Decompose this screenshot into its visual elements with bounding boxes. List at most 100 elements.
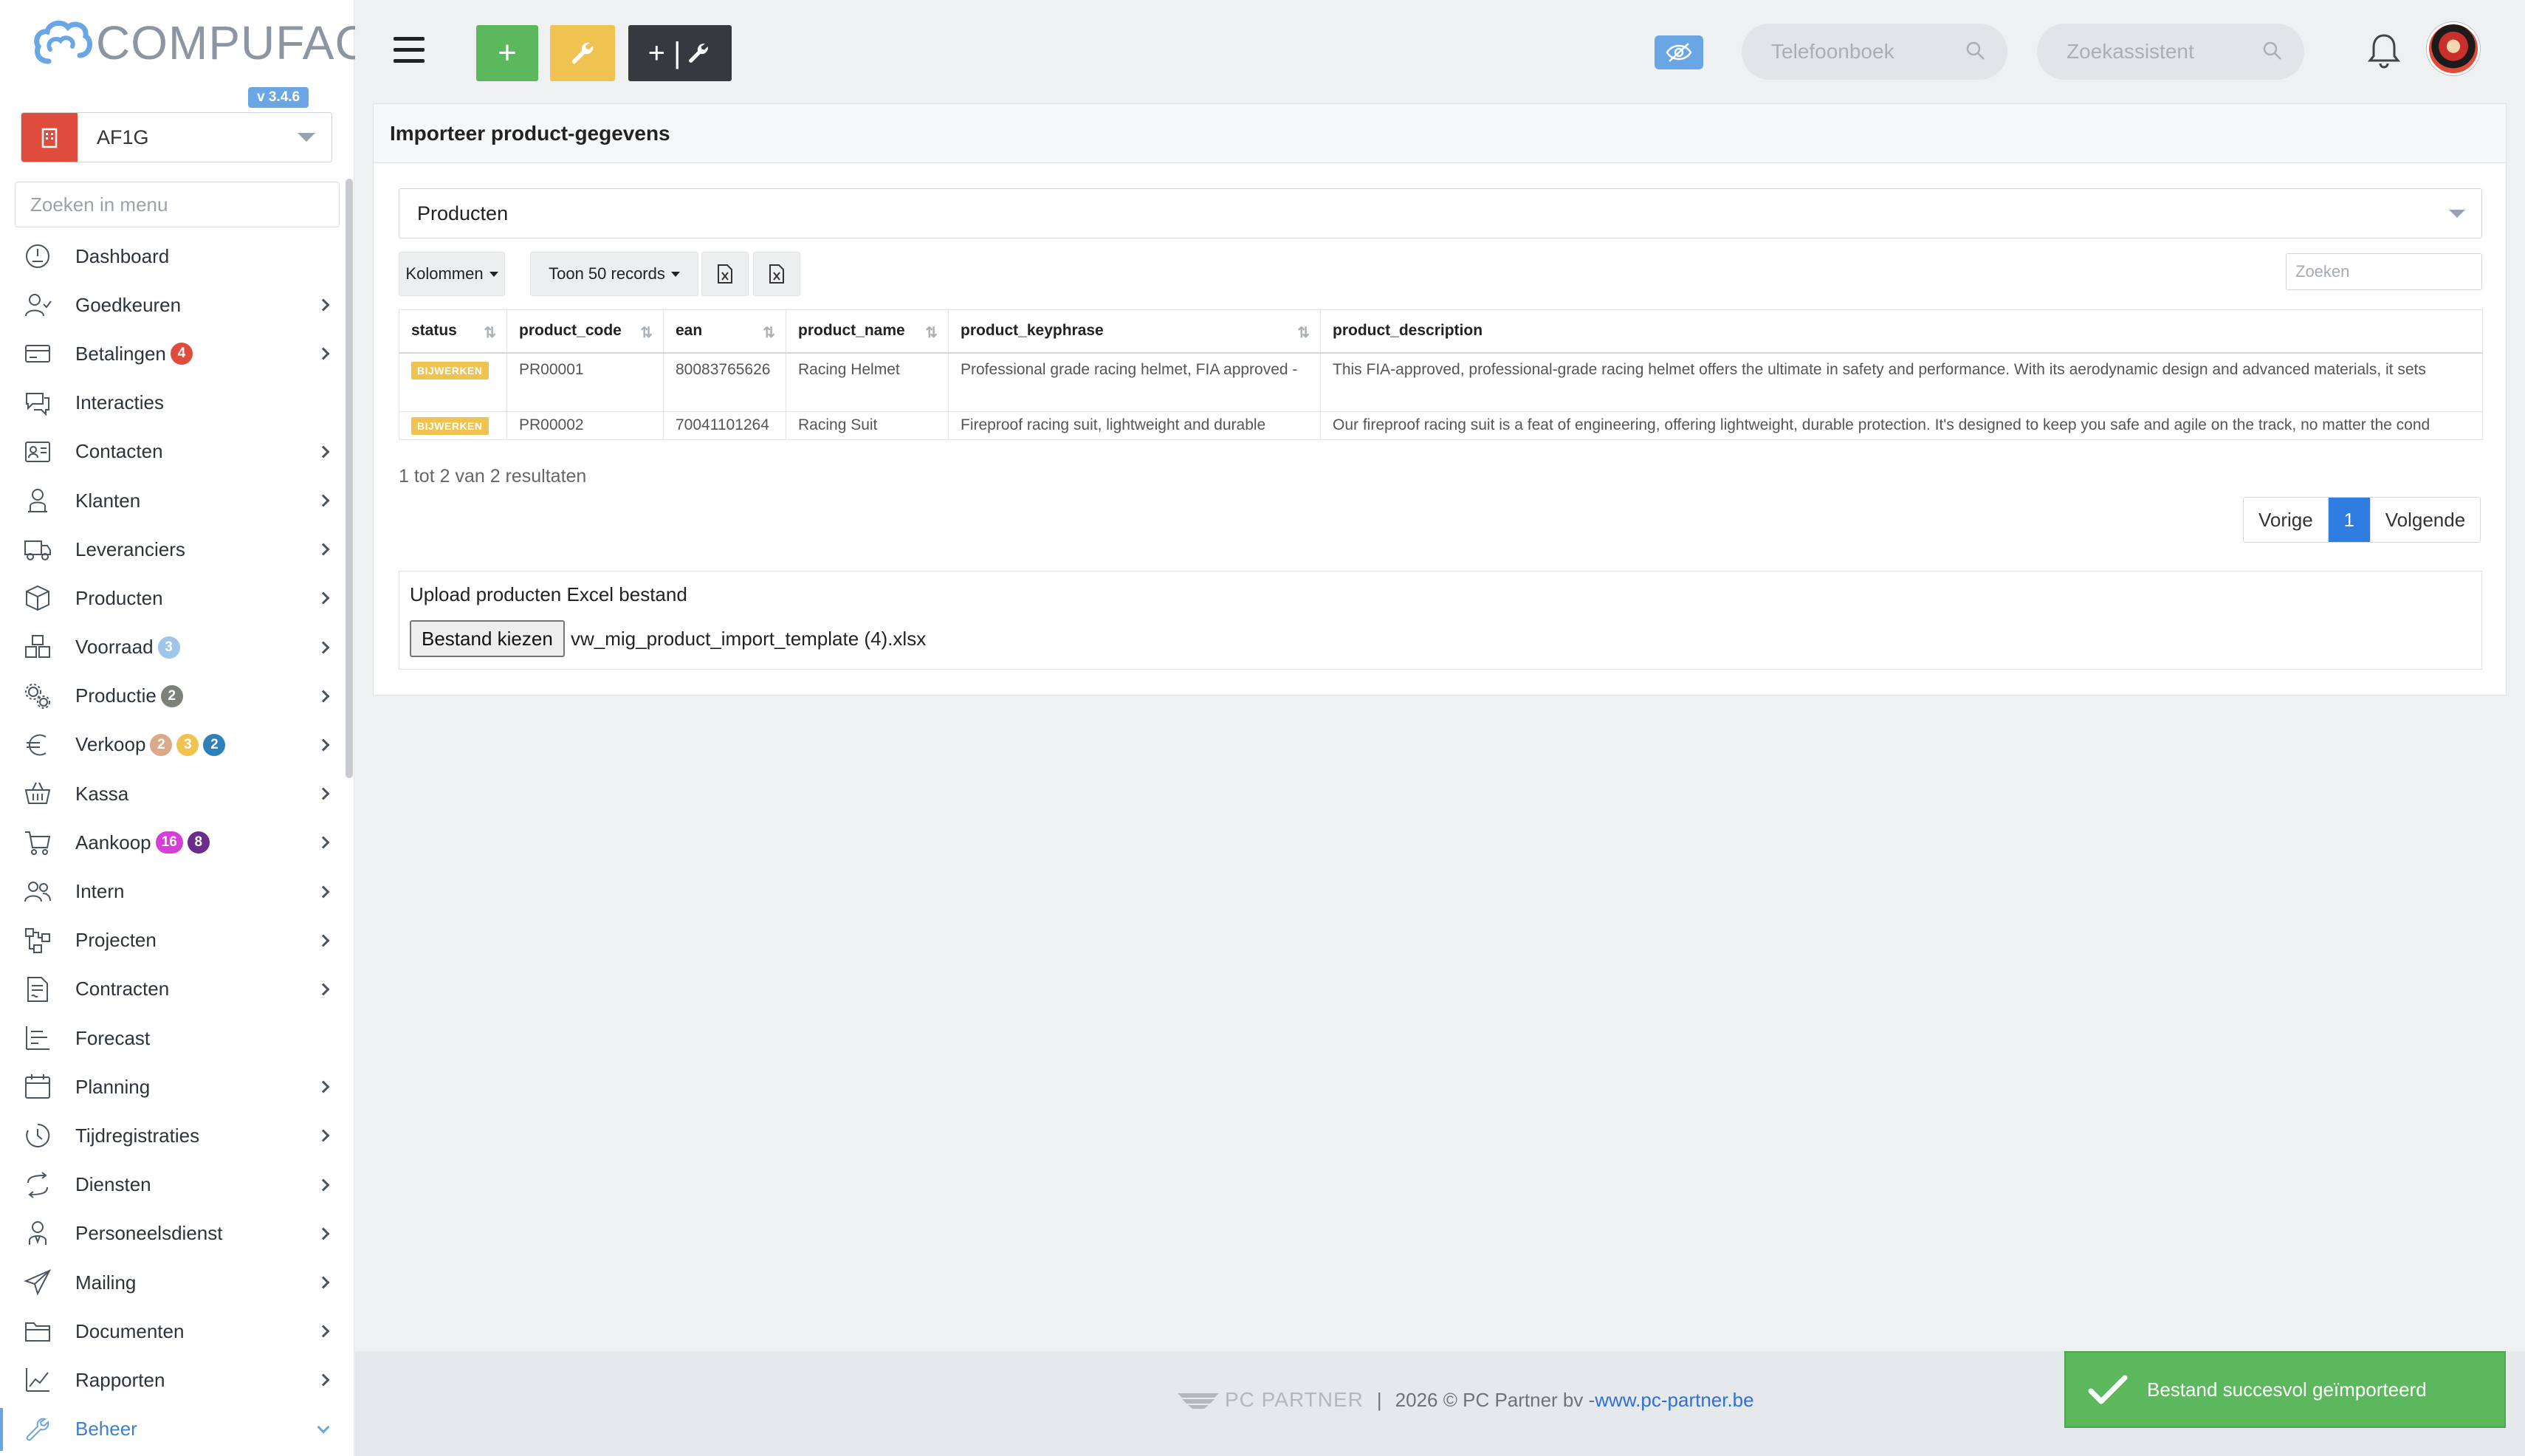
sidebar-item-intern[interactable]: Intern — [0, 867, 347, 916]
sidebar-item-producten[interactable]: Producten — [0, 574, 347, 622]
panel-header: Importeer product-gegevens — [374, 104, 2506, 163]
success-toast[interactable]: Bestand succesvol geïmporteerd — [2064, 1351, 2506, 1428]
truck-icon — [22, 534, 53, 565]
add-button[interactable]: + — [476, 25, 538, 81]
sidebar-item-personeelsdienst[interactable]: Personeelsdienst — [0, 1209, 347, 1258]
sort-icon: ⇅ — [763, 325, 775, 341]
sidebar-item-label: Diensten — [75, 1173, 151, 1196]
sidebar-item-goedkeuren[interactable]: Goedkeuren — [0, 281, 347, 329]
sidebar-item-contracten[interactable]: Contracten — [0, 965, 347, 1014]
sidebar-item-rapporten[interactable]: Rapporten — [0, 1356, 347, 1404]
chevron-right-icon — [317, 983, 330, 996]
chevron-right-icon — [317, 1227, 330, 1240]
chevron-right-icon — [317, 836, 330, 849]
column-header-label: status — [411, 322, 457, 340]
sidebar-item-voorraad[interactable]: Voorraad 3 — [0, 623, 347, 672]
sidebar-item-contacten[interactable]: Contacten — [0, 427, 347, 476]
cart-icon — [22, 827, 53, 858]
sidebar-item-betalingen[interactable]: Betalingen 4 — [0, 329, 347, 378]
table-row[interactable]: BIJWERKEN PR00002 70041101264 Racing Sui… — [399, 411, 2483, 440]
count-badge: 2 — [203, 733, 226, 756]
app-logo[interactable]: COMPUFACT — [32, 15, 399, 71]
hamburger-menu-icon[interactable] — [394, 37, 425, 63]
sidebar-item-label: Rapporten — [75, 1368, 165, 1391]
sidebar-item-diensten[interactable]: Diensten — [0, 1161, 347, 1209]
caret-down-icon — [298, 133, 315, 142]
chevron-right-icon — [317, 347, 330, 360]
add-tools-button[interactable]: + | — [628, 25, 732, 81]
chevron-right-icon — [317, 1080, 330, 1093]
sidebar-item-productie[interactable]: Productie 2 — [0, 672, 347, 721]
search-icon — [1966, 41, 1985, 60]
import-type-select[interactable]: Producten — [399, 188, 2482, 238]
user-avatar[interactable] — [2427, 22, 2480, 75]
status-badge: BIJWERKEN — [411, 361, 489, 380]
column-header-product-description[interactable]: product_description — [1320, 309, 2483, 354]
sidebar-item-label: Contacten — [75, 440, 163, 463]
table-header-row: status ⇅ product_code ⇅ ean ⇅ product_name ⇅… — [399, 309, 2483, 354]
wrench-icon — [571, 42, 594, 64]
sidebar-item-kassa[interactable]: Kassa — [0, 769, 347, 818]
sidebar-item-label: Dashboard — [75, 244, 170, 267]
page-title: Importeer product-gegevens — [390, 121, 670, 145]
customer-icon — [22, 485, 53, 516]
pc-partner-logo: PC PARTNER — [1176, 1388, 1364, 1412]
sidebar-item-label: Mailing — [75, 1271, 137, 1294]
pagination-page-button[interactable]: 1 — [2328, 498, 2370, 542]
sidebar-item-leveranciers[interactable]: Leveranciers — [0, 525, 347, 574]
sidebar-item-forecast[interactable]: Forecast — [0, 1014, 347, 1062]
chevron-right-icon — [317, 738, 330, 752]
count-badge: 8 — [187, 831, 210, 854]
pagination-prev-button[interactable]: Vorige — [2244, 498, 2329, 542]
table-row[interactable]: BIJWERKEN PR00001 80083765626 Racing Hel… — [399, 352, 2483, 412]
sidebar-item-planning[interactable]: Planning — [0, 1062, 347, 1111]
column-header-product-keyphrase[interactable]: product_keyphrase ⇅ — [948, 309, 1321, 354]
bell-icon[interactable] — [2366, 31, 2402, 69]
column-header-product-code[interactable]: product_code ⇅ — [506, 309, 664, 354]
chevron-right-icon — [317, 1373, 330, 1387]
sidebar-item-tijdregistraties[interactable]: Tijdregistraties — [0, 1111, 347, 1160]
column-header-status[interactable]: status ⇅ — [399, 309, 507, 354]
toast-message: Bestand succesvol geïmporteerd — [2147, 1378, 2427, 1401]
sidebar-item-interacties[interactable]: Interacties — [0, 379, 347, 427]
phonebook-search-input[interactable]: Telefoonboek — [1742, 24, 2007, 80]
column-header-ean[interactable]: ean ⇅ — [663, 309, 786, 354]
column-header-label: product_keyphrase — [961, 322, 1104, 340]
privacy-toggle-button[interactable] — [1655, 35, 1703, 69]
chevron-right-icon — [317, 1276, 330, 1289]
sidebar-item-projecten[interactable]: Projecten — [0, 916, 347, 965]
chevron-right-icon — [317, 494, 330, 507]
sidebar-item-beheer[interactable]: Beheer — [0, 1405, 347, 1454]
sidebar-item-klanten[interactable]: Klanten — [0, 476, 347, 525]
cell-ean: 80083765626 — [663, 352, 786, 412]
sidebar-scrollbar[interactable] — [346, 179, 353, 778]
cell-product-name: Racing Suit — [786, 411, 949, 440]
company-selector[interactable]: AF1G — [21, 112, 332, 162]
sidebar-item-dashboard[interactable]: Dashboard — [0, 232, 347, 281]
page-length-button[interactable]: Toon 50 records — [530, 252, 698, 296]
sidebar-item-label: Forecast — [75, 1026, 151, 1049]
plus-icon: + — [498, 35, 517, 71]
sidebar-item-aankoop[interactable]: Aankoop 16 8 — [0, 818, 347, 867]
sidebar-item-verkoop[interactable]: Verkoop 2 3 2 — [0, 721, 347, 769]
footer-website-link[interactable]: www.pc-partner.be — [1595, 1389, 1753, 1412]
columns-button[interactable]: Kolommen — [399, 252, 505, 296]
column-header-product-name[interactable]: product_name ⇅ — [786, 309, 949, 354]
tools-button[interactable] — [550, 25, 615, 81]
pagination-next-button[interactable]: Volgende — [2369, 498, 2481, 542]
menu-search-input[interactable] — [15, 182, 340, 227]
upload-label: Upload producten Excel bestand — [410, 583, 687, 605]
count-badge: 2 — [150, 733, 173, 756]
table-search-input[interactable] — [2286, 253, 2482, 290]
caret-down-icon — [2449, 210, 2465, 218]
sidebar-item-documenten[interactable]: Documenten — [0, 1307, 347, 1356]
assistant-placeholder: Zoekassistent — [2067, 40, 2194, 63]
assistant-search-input[interactable]: Zoekassistent — [2037, 24, 2304, 80]
export-excel-button[interactable] — [701, 252, 749, 296]
count-badge: 2 — [160, 684, 183, 707]
chevron-down-icon — [317, 1421, 330, 1434]
sidebar-item-mailing[interactable]: Mailing — [0, 1258, 347, 1307]
choose-file-button[interactable]: Bestand kiezen — [410, 620, 565, 657]
contact-card-icon — [22, 436, 53, 467]
export-excel-all-button[interactable] — [753, 252, 800, 296]
